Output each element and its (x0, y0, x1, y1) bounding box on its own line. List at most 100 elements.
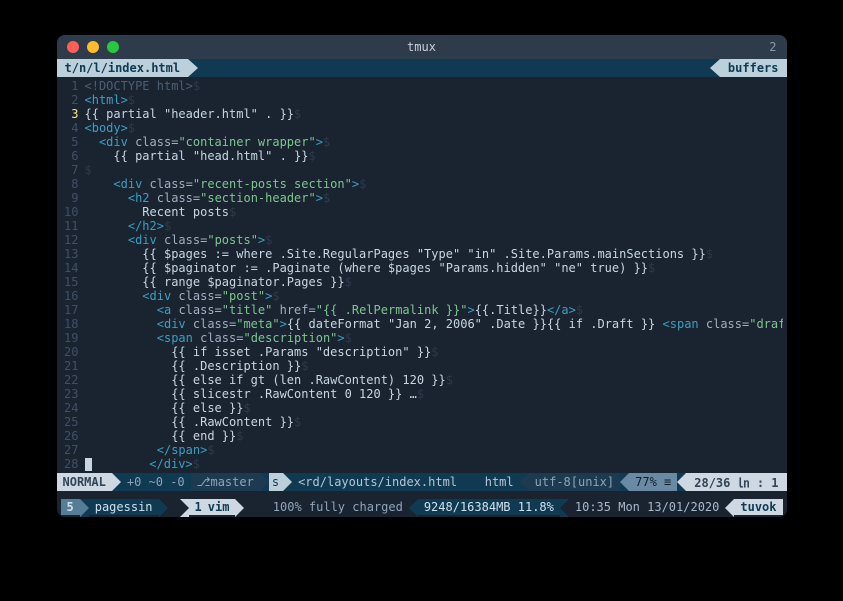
buffer-tab-bar: t/n/l/index.html buffers (57, 59, 787, 77)
code-line[interactable]: {{ .RawContent }}$ (85, 415, 783, 429)
code-line[interactable]: {{ if isset .Params "description" }}$ (85, 345, 783, 359)
code-line[interactable]: {{ slicestr .RawContent 0 120 }} …$ (85, 387, 783, 401)
separator-icon (235, 499, 244, 517)
code-line[interactable]: Recent posts$ (85, 205, 783, 219)
separator-icon (283, 473, 292, 491)
code-line[interactable]: <div class="meta">{{ dateFormat "Jan 2, … (85, 317, 783, 331)
zoom-icon[interactable] (107, 41, 119, 53)
line-number: 24 (57, 401, 85, 415)
line-number: 8 (57, 177, 85, 191)
vim-mode: NORMAL (57, 473, 112, 491)
line-number: 19 (57, 331, 85, 345)
separator-icon (80, 499, 89, 517)
separator-icon (260, 473, 269, 491)
code-line[interactable]: <div class="container wrapper">$ (85, 135, 783, 149)
code-line[interactable]: <body>$ (85, 121, 783, 135)
filetype: html (479, 473, 520, 491)
code-line[interactable]: {{ range $paginator.Pages }}$ (85, 275, 783, 289)
code-line[interactable]: <div class="recent-posts section">$ (85, 177, 783, 191)
file-path: <rd/layouts/index.html (292, 473, 463, 491)
separator-icon (180, 499, 189, 517)
code-line[interactable]: {{ .Description }}$ (85, 359, 783, 373)
line-number: 28 (57, 457, 85, 471)
buffer-tab-active[interactable]: t/n/l/index.html (57, 59, 189, 77)
battery-status: 100% fully charged (267, 499, 409, 515)
tmux-statusline: 5 pagessin 1 vim 100% fully charged 9248… (57, 499, 787, 517)
buffers-label[interactable]: buffers (720, 59, 787, 77)
line-number: 6 (57, 149, 85, 163)
cursor-position: 28/36 ㏑ : 1 (686, 473, 786, 491)
branch-suffix: s (269, 473, 283, 491)
line-number: 9 (57, 191, 85, 205)
minimize-icon[interactable] (87, 41, 99, 53)
line-number: 11 (57, 219, 85, 233)
vim-statusline: NORMAL +0 ~0 -0 ⎇ master s <rd/layouts/i… (57, 473, 787, 491)
session-name[interactable]: pagessin (89, 499, 159, 515)
code-line[interactable]: <span class="description">$ (85, 331, 783, 345)
chevron-right-icon (188, 59, 198, 77)
code-line[interactable]: </div>$ (85, 457, 783, 471)
line-number: 17 (57, 303, 85, 317)
hostname: tuvok (734, 499, 782, 515)
line-number: 15 (57, 275, 85, 289)
code-line[interactable]: {{ partial "header.html" . }}$ (85, 107, 783, 121)
editor-viewport[interactable]: 1<!DOCTYPE html>$2<html>$3{{ partial "he… (57, 77, 787, 473)
line-number: 5 (57, 135, 85, 149)
separator-icon (520, 473, 529, 491)
line-number: 18 (57, 317, 85, 331)
line-number: 4 (57, 121, 85, 135)
separator-icon (620, 473, 629, 491)
chevron-left-icon (710, 59, 720, 77)
separator-icon (560, 499, 569, 517)
line-number: 3 (57, 107, 85, 121)
line-number: 26 (57, 429, 85, 443)
git-branch: ⎇ master (191, 473, 260, 491)
session-number[interactable]: 5 (61, 499, 80, 515)
code-line[interactable]: <div class="posts">$ (85, 233, 783, 247)
tmux-window-number[interactable]: 1 (189, 499, 208, 515)
separator-icon (159, 499, 168, 517)
separator-icon (112, 473, 121, 491)
memory-status: 9248/16384MB 11.8% (418, 499, 560, 515)
titlebar[interactable]: tmux 2 (57, 35, 787, 59)
vcs-hunks: +0 ~0 -0 (121, 473, 191, 491)
code-line[interactable]: {{ else if gt (len .RawContent) 120 }}$ (85, 373, 783, 387)
line-number: 1 (57, 79, 85, 93)
line-number: 12 (57, 233, 85, 247)
code-line[interactable]: {{ partial "head.html" . }}$ (85, 149, 783, 163)
clock: 10:35 Mon 13/01/2020 (569, 499, 726, 515)
separator-icon (725, 499, 734, 517)
line-number: 16 (57, 289, 85, 303)
line-number: 27 (57, 443, 85, 457)
code-line[interactable]: {{ $paginator := .Paginate (where $pages… (85, 261, 783, 275)
terminal-window: tmux 2 t/n/l/index.html buffers 1<!DOCTY… (57, 35, 787, 517)
code-line[interactable]: </span>$ (85, 443, 783, 457)
code-line[interactable]: </h2>$ (85, 219, 783, 233)
separator-icon (409, 499, 418, 517)
code-line[interactable]: {{ $pages := where .Site.RegularPages "T… (85, 247, 783, 261)
code-line[interactable]: $ (85, 163, 783, 177)
separator-icon (677, 473, 686, 491)
line-number: 20 (57, 345, 85, 359)
window-title: tmux (57, 40, 787, 54)
code-line[interactable]: {{ else }}$ (85, 401, 783, 415)
code-line[interactable]: <div class="post">$ (85, 289, 783, 303)
line-number: 22 (57, 373, 85, 387)
line-number: 13 (57, 247, 85, 261)
line-number: 10 (57, 205, 85, 219)
code-line[interactable]: <a class="title" href="{{ .RelPermalink … (85, 303, 783, 317)
line-number: 7 (57, 163, 85, 177)
code-line[interactable]: <html>$ (85, 93, 783, 107)
code-line[interactable]: <h2 class="section-header">$ (85, 191, 783, 205)
tmux-window-name[interactable]: vim (208, 499, 236, 515)
traffic-lights (67, 41, 119, 53)
line-number: 23 (57, 387, 85, 401)
encoding: utf-8[unix] (529, 473, 620, 491)
cursor (85, 458, 92, 471)
scroll-percent: 77% ≡ (629, 473, 677, 491)
code-line[interactable]: <!DOCTYPE html>$ (85, 79, 783, 93)
code-line[interactable]: {{ end }}$ (85, 429, 783, 443)
close-icon[interactable] (67, 41, 79, 53)
line-number: 14 (57, 261, 85, 275)
line-number: 25 (57, 415, 85, 429)
